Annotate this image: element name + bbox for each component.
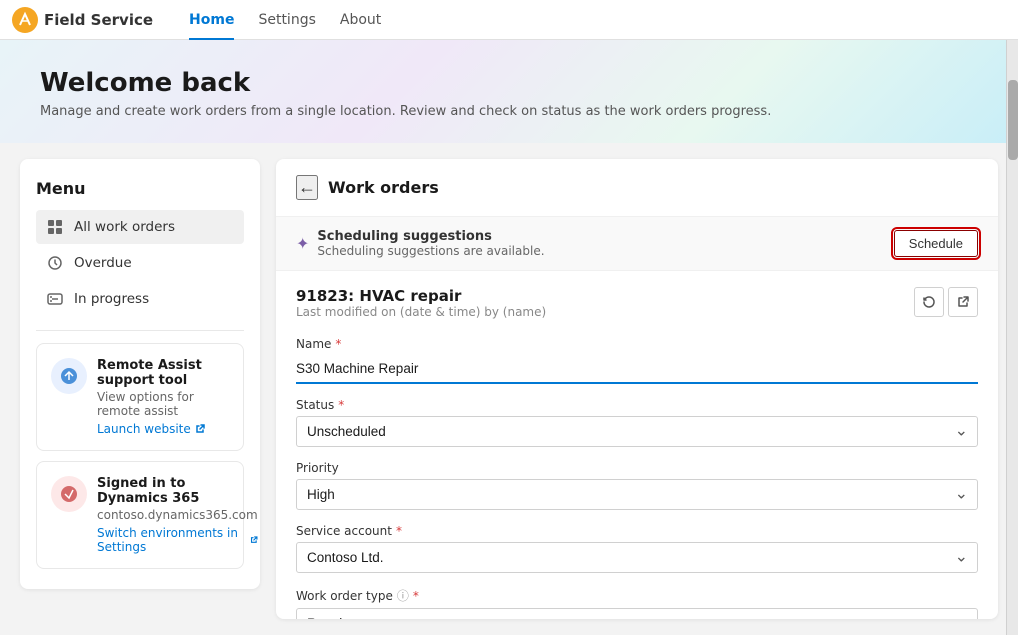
remote-assist-info: Remote Assist support tool View options … [97,358,229,436]
status-select[interactable]: Unscheduled Scheduled In Progress Comple… [296,416,978,447]
remote-assist-icon-wrap [51,358,87,394]
signin-icon-wrap [51,476,87,512]
name-label: Name * [296,337,978,351]
main-content: Welcome back Manage and create work orde… [0,40,1018,635]
remote-assist-icon [59,366,79,386]
work-orders-title: Work orders [328,178,439,197]
app-logo: Field Service [12,7,153,33]
welcome-subtext: Manage and create work orders from a sin… [40,104,978,119]
nav-settings[interactable]: Settings [246,0,327,40]
required-indicator: * [413,589,419,603]
required-indicator: * [396,524,402,538]
menu-divider [36,330,244,331]
menu-item-label: In progress [74,291,149,307]
service-account-label: Service account * [296,524,978,538]
priority-select[interactable]: High Medium Low [296,479,978,510]
signin-info: Signed in to Dynamics 365 contoso.dynami… [97,476,258,554]
signin-account: contoso.dynamics365.com [97,508,258,522]
remote-assist-card: Remote Assist support tool View options … [36,343,244,451]
signin-card: Signed in to Dynamics 365 contoso.dynami… [36,461,244,569]
work-order-type-select-wrapper: Repair Maintenance Installation [296,608,978,619]
priority-label: Priority [296,461,978,475]
clock-icon [46,254,64,272]
back-button[interactable]: ← [296,175,318,200]
last-modified-text: Last modified on (date & time) by (name) [296,305,546,319]
work-order-detail: 91823: HVAC repair Last modified on (dat… [276,271,998,619]
info-icon-1[interactable]: ⓘ [397,587,409,604]
work-order-type-field: Work order type ⓘ * Repair Maintenance I… [296,587,978,619]
name-field: Name * [296,337,978,384]
refresh-icon [922,295,936,309]
required-indicator: * [338,398,344,412]
content-area: Menu All work orders [0,143,1018,635]
scheduling-text: Scheduling suggestions Scheduling sugges… [317,229,544,258]
work-orders-header: ← Work orders [276,159,998,217]
scheduling-title: Scheduling suggestions [317,229,544,244]
priority-select-wrapper: High Medium Low [296,479,978,510]
scheduling-icon: ✦ [296,234,309,253]
required-indicator: * [335,337,341,351]
remote-assist-title: Remote Assist support tool [97,358,229,388]
app-logo-icon [12,7,38,33]
menu-item-label: All work orders [74,219,175,235]
service-account-select[interactable]: Contoso Ltd. [296,542,978,573]
work-order-title-area: 91823: HVAC repair Last modified on (dat… [296,287,546,319]
refresh-button[interactable] [914,287,944,317]
scheduling-info: ✦ Scheduling suggestions Scheduling sugg… [296,229,545,258]
dynamics-icon [59,484,79,504]
status-label: Status * [296,398,978,412]
nav-links: Home Settings About [177,0,393,40]
external-link-icon [195,424,205,434]
status-field: Status * Unscheduled Scheduled In Progre… [296,398,978,447]
menu-item-all-work-orders[interactable]: All work orders [36,210,244,244]
open-external-button[interactable] [948,287,978,317]
external-link-icon-2 [250,535,258,545]
scheduling-suggestions-banner: ✦ Scheduling suggestions Scheduling sugg… [276,217,998,271]
menu-item-in-progress[interactable]: In progress [36,282,244,316]
app-name: Field Service [44,11,153,29]
work-order-number: 91823: HVAC repair [296,287,546,305]
progress-icon [46,290,64,308]
menu-panel: Menu All work orders [20,159,260,589]
menu-item-overdue[interactable]: Overdue [36,246,244,280]
schedule-button[interactable]: Schedule [894,230,978,257]
work-orders-panel: ← Work orders ✦ Scheduling suggestions S… [276,159,998,619]
work-order-type-select[interactable]: Repair Maintenance Installation [296,608,978,619]
switch-environments-link[interactable]: Switch environments in Settings [97,526,258,554]
name-input[interactable] [296,355,978,384]
nav-home[interactable]: Home [177,0,246,40]
remote-assist-desc: View options for remote assist [97,390,229,418]
work-order-detail-header: 91823: HVAC repair Last modified on (dat… [296,287,978,319]
priority-field: Priority High Medium Low [296,461,978,510]
signin-title: Signed in to Dynamics 365 [97,476,258,506]
menu-item-label: Overdue [74,255,132,271]
work-order-actions [914,287,978,317]
top-navigation: Field Service Home Settings About [0,0,1018,40]
work-order-type-label: Work order type ⓘ * [296,587,978,604]
page-scrollbar[interactable] [1006,40,1018,635]
welcome-heading: Welcome back [40,68,978,98]
service-account-select-wrapper: Contoso Ltd. [296,542,978,573]
nav-about[interactable]: About [328,0,393,40]
welcome-banner: Welcome back Manage and create work orde… [0,40,1018,143]
scheduling-subtitle: Scheduling suggestions are available. [317,244,544,258]
menu-title: Menu [36,179,244,198]
launch-website-link[interactable]: Launch website [97,422,229,436]
open-external-icon [956,295,970,309]
scrollbar-thumb [1008,80,1018,160]
service-account-field: Service account * Contoso Ltd. [296,524,978,573]
grid-icon [46,218,64,236]
status-select-wrapper: Unscheduled Scheduled In Progress Comple… [296,416,978,447]
